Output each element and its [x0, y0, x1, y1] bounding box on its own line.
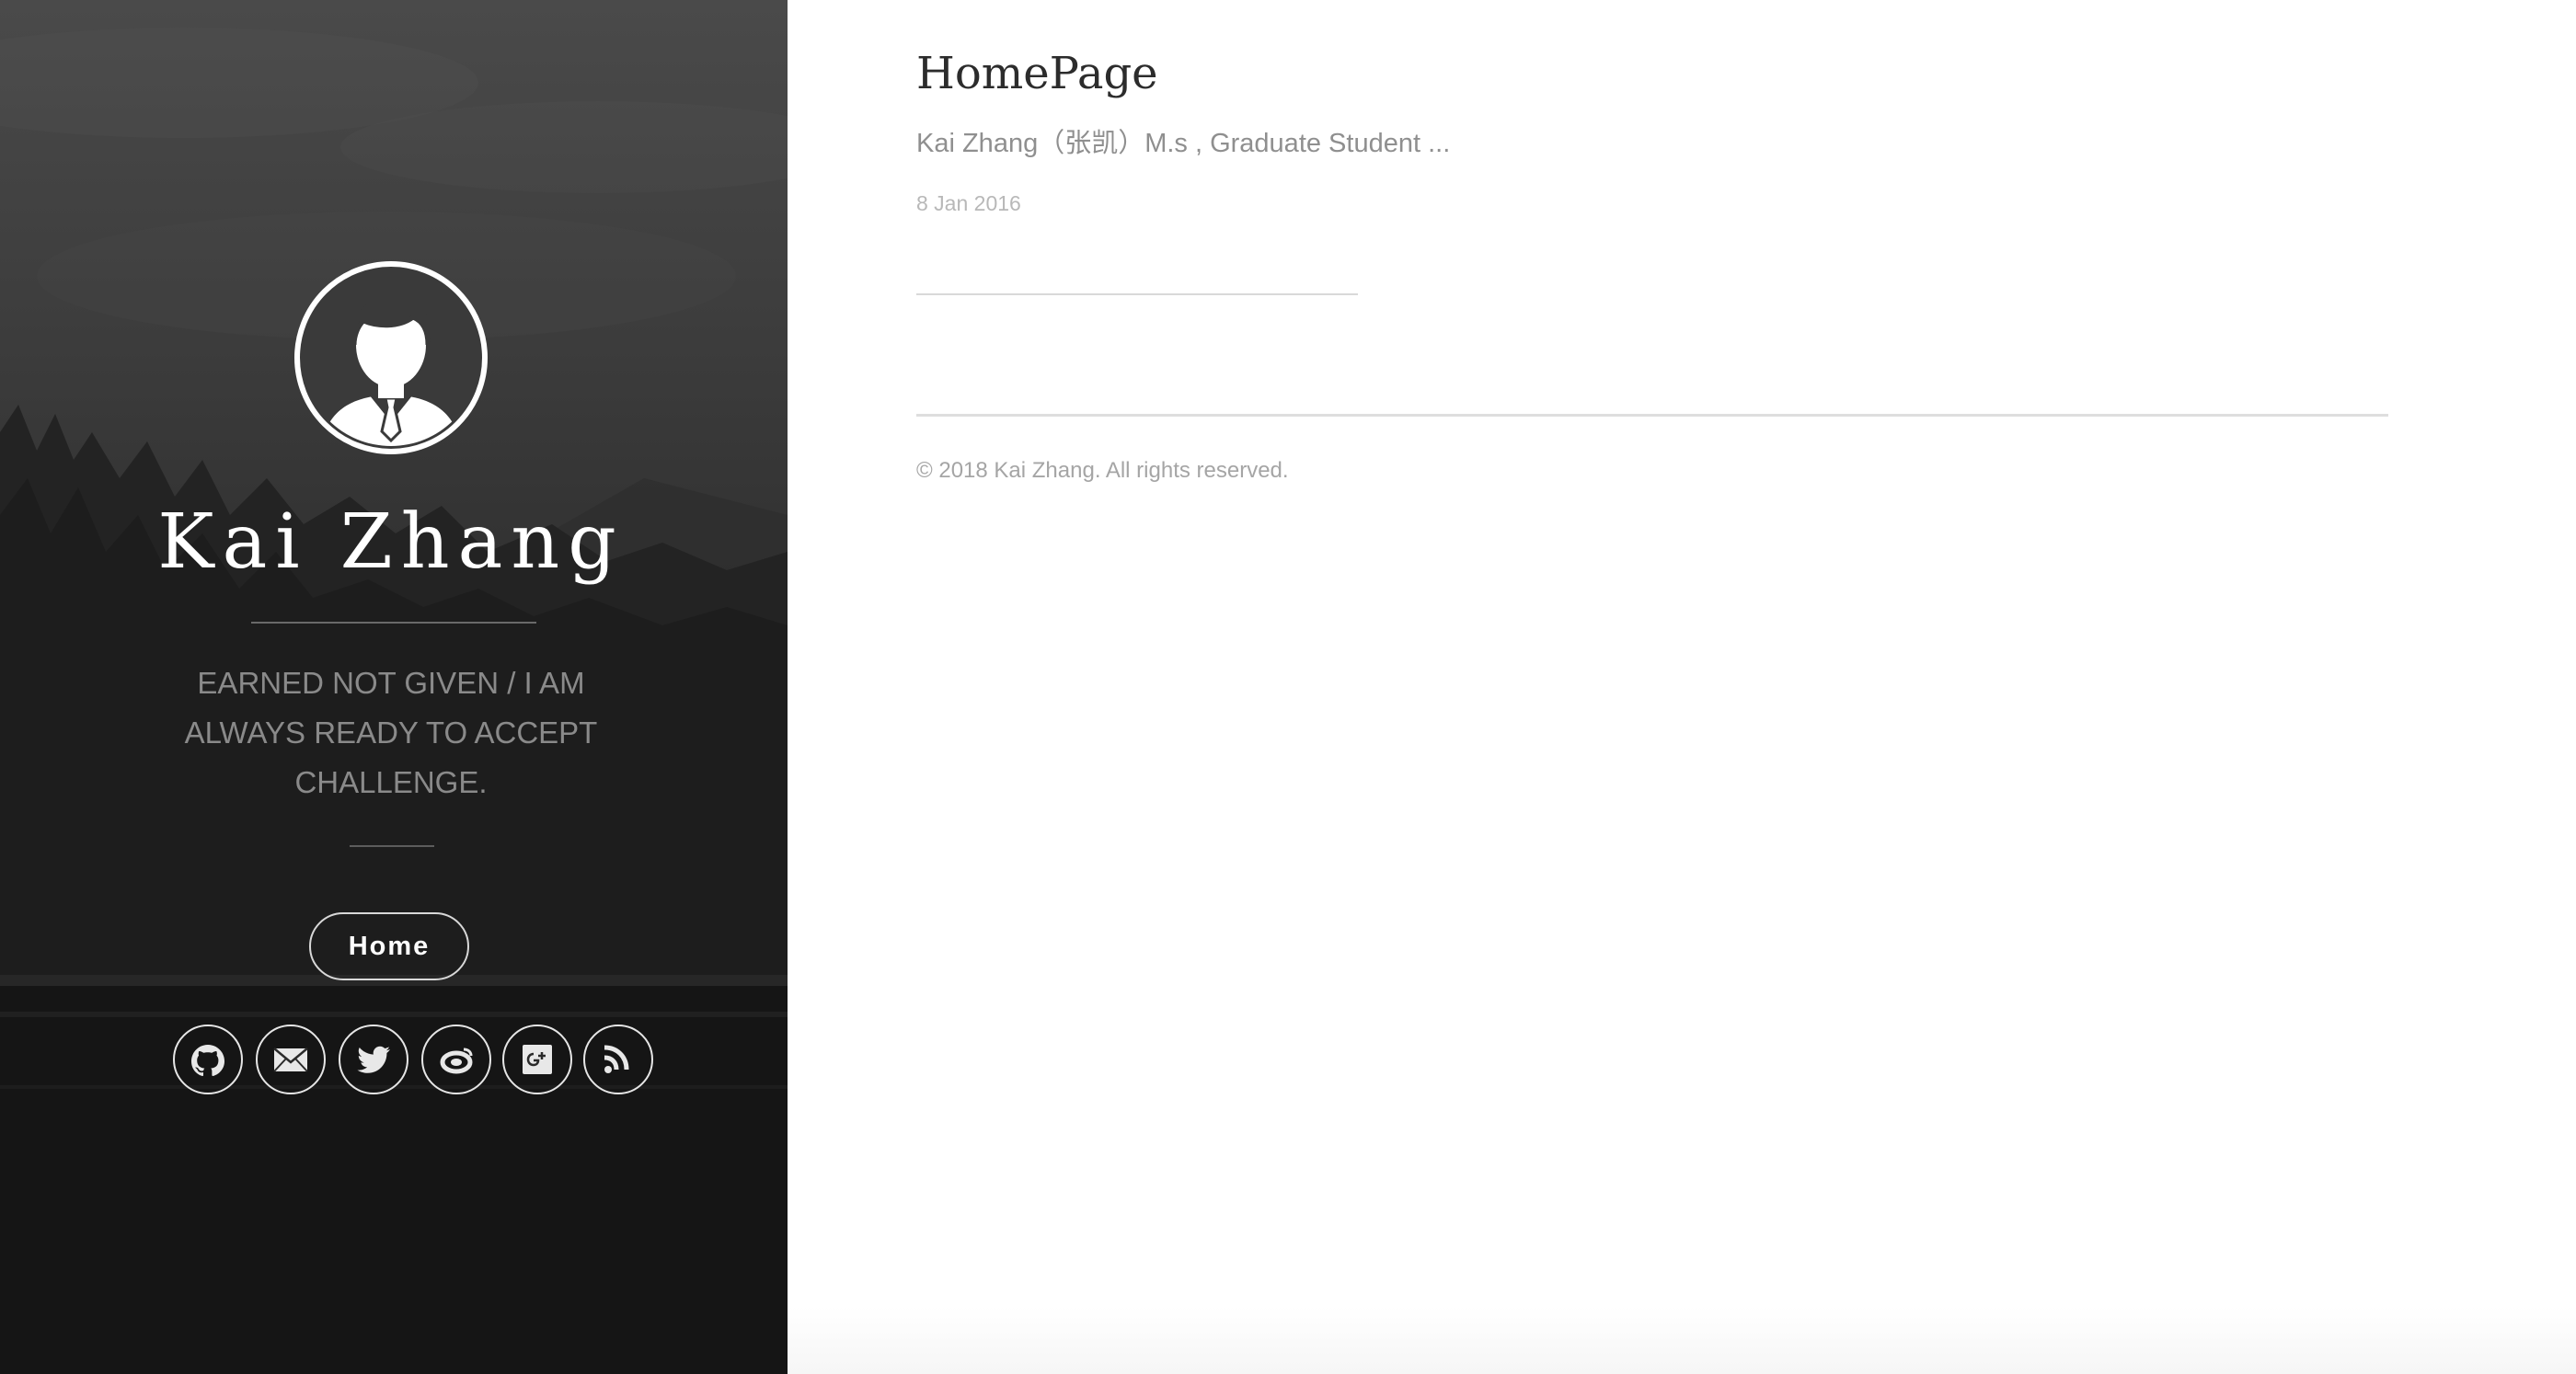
twitter-icon [357, 1046, 390, 1073]
post-divider [916, 293, 1358, 295]
tagline-divider [350, 845, 434, 847]
github-button[interactable] [173, 1025, 243, 1094]
email-button[interactable] [256, 1025, 326, 1094]
title-divider [251, 622, 536, 624]
rss-icon [604, 1045, 629, 1073]
email-icon [273, 1048, 308, 1072]
avatar-icon [294, 261, 488, 454]
nav-home-button[interactable]: Home [309, 912, 469, 980]
google-plus-icon [523, 1045, 552, 1074]
footer-divider [916, 414, 2388, 417]
sidebar: Kai Zhang EARNED NOT GIVEN / I AM ALWAYS… [0, 0, 788, 1374]
twitter-button[interactable] [339, 1025, 408, 1094]
rss-button[interactable] [583, 1025, 653, 1094]
main-content: HomePage Kai Zhang（张凯）M.s , Graduate Stu… [788, 0, 2576, 1374]
google-plus-button[interactable] [502, 1025, 572, 1094]
site-title[interactable]: Kai Zhang [0, 497, 782, 589]
post-title-link[interactable]: HomePage [916, 48, 1158, 99]
post-excerpt: Kai Zhang（张凯）M.s , Graduate Student ... [916, 129, 1451, 158]
site-tagline: EARNED NOT GIVEN / I AM ALWAYS READY TO … [184, 666, 598, 799]
footer-copyright: © 2018 Kai Zhang. All rights reserved. [916, 458, 1289, 483]
weibo-button[interactable] [421, 1025, 491, 1094]
weibo-icon [440, 1048, 473, 1074]
post-date: 8 Jan 2016 [916, 191, 1021, 215]
github-icon [191, 1045, 224, 1076]
sidebar-content: Kai Zhang EARNED NOT GIVEN / I AM ALWAYS… [0, 0, 788, 1374]
bottom-shade [788, 1306, 2576, 1374]
